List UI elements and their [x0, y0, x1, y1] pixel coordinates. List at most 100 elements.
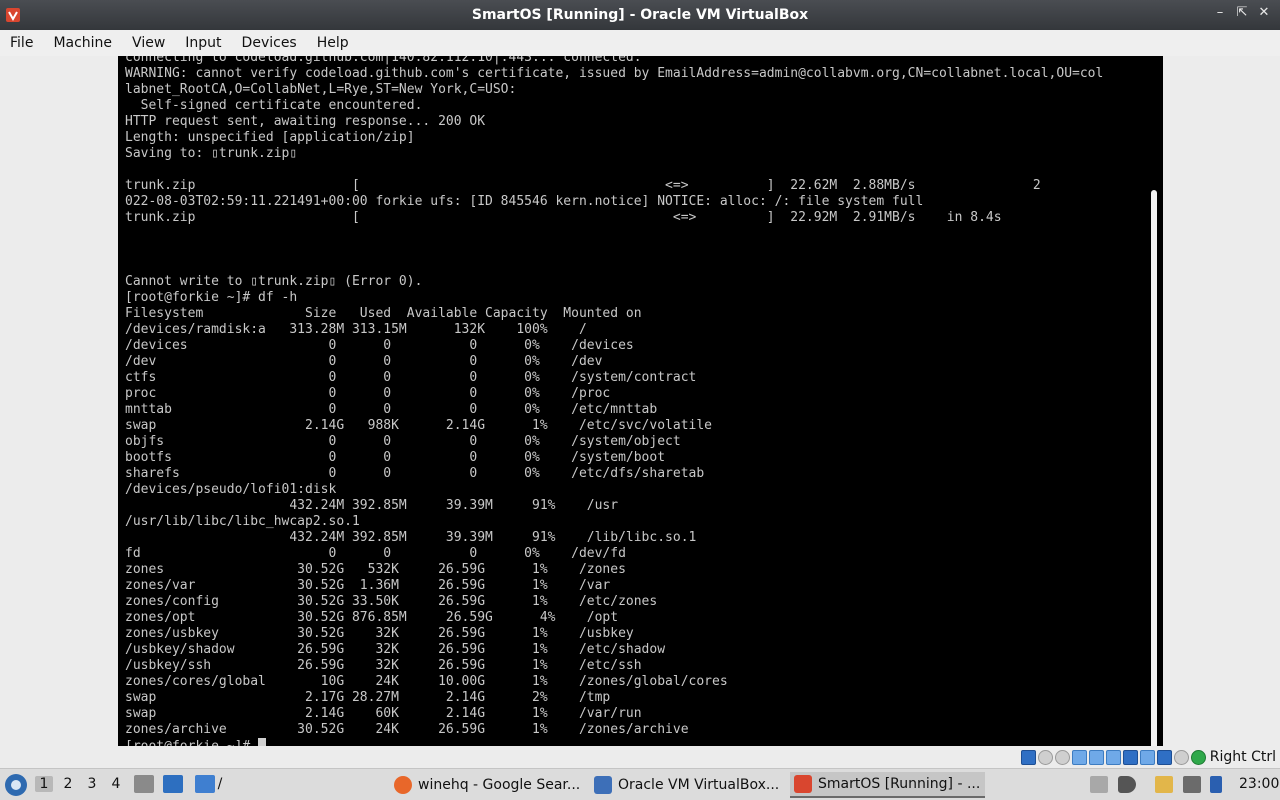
terminal-line: connecting to codeload.github.com|140.82… — [125, 56, 642, 65]
desktop-icon[interactable] — [163, 775, 183, 793]
menu-view[interactable]: View — [122, 35, 175, 51]
folder-icon[interactable] — [195, 775, 215, 793]
firefox-icon — [394, 776, 412, 794]
terminal-line: Length: unspecified [application/zip] — [125, 130, 415, 145]
optical-drive-icon[interactable] — [1037, 749, 1053, 765]
terminal-line: swap 2.14G 60K 2.14G 1% /var/run — [125, 706, 642, 721]
bluetooth-icon[interactable] — [1210, 776, 1222, 793]
trash-icon[interactable] — [1090, 776, 1108, 793]
terminal-line: bootfs 0 0 0 0% /system/boot — [125, 450, 666, 465]
terminal-line: zones/opt 30.52G 876.85M 26.59G 4% /opt — [125, 610, 619, 625]
terminal-line: zones/cores/global 10G 24K 10.00G 1% /zo… — [125, 674, 728, 689]
desktop-taskbar: 1 2 3 4 / winehq - Google Sear... Oracle… — [0, 768, 1280, 800]
menu-bar: File Machine View Input Devices Help — [0, 30, 1280, 56]
maximize-icon[interactable]: ⇱ — [1234, 5, 1250, 20]
close-icon[interactable]: ✕ — [1256, 5, 1272, 20]
network-tray-icon[interactable] — [1183, 776, 1201, 793]
terminal-cursor — [258, 738, 267, 746]
terminal-line: zones/archive 30.52G 24K 26.59G 1% /zone… — [125, 722, 689, 737]
terminal-line: Filesystem Size Used Available Capacity … — [125, 306, 642, 321]
audio-icon[interactable] — [1054, 749, 1070, 765]
cpu-icon[interactable] — [1156, 749, 1172, 765]
terminal-line: ctfs 0 0 0 0% /system/contract — [125, 370, 697, 385]
window-titlebar: SmartOS [Running] - Oracle VM VirtualBox… — [0, 0, 1280, 30]
keyboard-capture-icon[interactable] — [1190, 749, 1206, 765]
vm-screen[interactable]: connecting to codeload.github.com|140.82… — [118, 56, 1163, 746]
terminal-line: Self-signed certificate encountered. — [125, 98, 423, 113]
terminal-line: trunk.zip [ <=> ] 22.92M 2.91MB/s in 8.4… — [125, 210, 1002, 225]
terminal-line: 022-08-03T02:59:11.221491+00:00 forkie u… — [125, 194, 924, 209]
terminal-line: objfs 0 0 0 0% /system/object — [125, 434, 681, 449]
task-label: Oracle VM VirtualBox... — [618, 777, 780, 793]
terminal-line: Saving to: ▯trunk.zip▯ — [125, 146, 298, 161]
minimize-icon[interactable]: – — [1212, 5, 1228, 20]
terminal-line: 432.24M 392.85M 39.39M 91% /usr — [125, 498, 619, 513]
menu-file[interactable]: File — [0, 35, 43, 51]
menu-machine[interactable]: Machine — [43, 35, 122, 51]
virtualbox-icon — [6, 8, 20, 22]
clock: 23:00 — [1239, 776, 1280, 792]
mouse-integration-icon[interactable] — [1173, 749, 1189, 765]
terminal-line: fd 0 0 0 0% /dev/fd — [125, 546, 626, 561]
terminal-line: 432.24M 392.85M 39.39M 91% /lib/libc.so.… — [125, 530, 697, 545]
terminal-line: WARNING: cannot verify codeload.github.c… — [125, 66, 1104, 81]
terminal-line: /usr/lib/libc/libc_hwcap2.so.1 — [125, 514, 360, 529]
window-controls: – ⇱ ✕ — [1212, 5, 1272, 20]
workspace-1[interactable]: 1 — [35, 776, 53, 792]
terminal-line: labnet_RootCA,O=CollabNet,L=Rye,ST=New Y… — [125, 82, 517, 97]
task-smartos[interactable]: SmartOS [Running] - ... — [790, 772, 985, 798]
terminal-line: [root@forkie ~]# df -h — [125, 290, 298, 305]
vm-status-bar: Right Ctrl — [0, 746, 1280, 768]
terminal-line: /devices/pseudo/lofi01:disk — [125, 482, 337, 497]
network-icon[interactable] — [1071, 749, 1087, 765]
terminal-line: swap 2.17G 28.27M 2.14G 2% /tmp — [125, 690, 611, 705]
window-title: SmartOS [Running] - Oracle VM VirtualBox — [471, 7, 809, 23]
menu-input[interactable]: Input — [175, 35, 231, 51]
workspace-2[interactable]: 2 — [59, 776, 77, 792]
clipboard-icon[interactable] — [1155, 776, 1173, 793]
display-icon[interactable] — [1122, 749, 1138, 765]
terminal-prompt-line[interactable]: [root@forkie ~]# — [125, 738, 1103, 746]
terminal-line: zones/var 30.52G 1.36M 26.59G 1% /var — [125, 578, 611, 593]
terminal-line: /usbkey/ssh 26.59G 32K 26.59G 1% /etc/ss… — [125, 658, 642, 673]
terminal-line: /usbkey/shadow 26.59G 32K 26.59G 1% /etc… — [125, 642, 666, 657]
terminal-line: zones/usbkey 30.52G 32K 26.59G 1% /usbke… — [125, 626, 634, 641]
terminal-output[interactable]: connecting to codeload.github.com|140.82… — [125, 56, 1103, 746]
file-manager-icon[interactable] — [134, 775, 154, 793]
task-firefox[interactable]: winehq - Google Sear... — [390, 772, 585, 798]
task-label: SmartOS [Running] - ... — [818, 776, 981, 792]
vm-display-area: connecting to codeload.github.com|140.82… — [0, 56, 1280, 796]
task-virtualbox-manager[interactable]: Oracle VM VirtualBox... — [590, 772, 785, 798]
terminal-scrollbar[interactable] — [1151, 190, 1157, 796]
terminal-line: /devices 0 0 0 0% /devices — [125, 338, 634, 353]
volume-icon[interactable] — [1118, 776, 1136, 793]
folder-path-label[interactable]: / — [214, 776, 226, 792]
terminal-line: proc 0 0 0 0% /proc — [125, 386, 611, 401]
shared-folders-icon[interactable] — [1105, 749, 1121, 765]
menu-devices[interactable]: Devices — [232, 35, 307, 51]
terminal-line: zones/config 30.52G 33.50K 26.59G 1% /et… — [125, 594, 658, 609]
terminal-line: HTTP request sent, awaiting response... … — [125, 114, 486, 129]
host-key-label: Right Ctrl — [1209, 749, 1276, 765]
video-capture-icon[interactable] — [1139, 749, 1155, 765]
menu-help[interactable]: Help — [307, 35, 359, 51]
virtualbox-manager-icon — [594, 776, 612, 794]
terminal-line: zones 30.52G 532K 26.59G 1% /zones — [125, 562, 626, 577]
workspace-3[interactable]: 3 — [83, 776, 101, 792]
usb-icon[interactable] — [1088, 749, 1104, 765]
terminal-line: /devices/ramdisk:a 313.28M 313.15M 132K … — [125, 322, 587, 337]
terminal-line: swap 2.14G 988K 2.14G 1% /etc/svc/volati… — [125, 418, 712, 433]
shell-prompt: [root@forkie ~]# — [125, 739, 258, 746]
terminal-line: mnttab 0 0 0 0% /etc/mnttab — [125, 402, 658, 417]
start-menu-icon[interactable] — [5, 774, 27, 796]
terminal-line: trunk.zip [ <=> ] 22.62M 2.88MB/s 2 — [125, 178, 1041, 193]
terminal-line: sharefs 0 0 0 0% /etc/dfs/sharetab — [125, 466, 705, 481]
terminal-line: Cannot write to ▯trunk.zip▯ (Error 0). — [125, 274, 423, 289]
task-label: winehq - Google Sear... — [418, 777, 581, 793]
hard-disk-icon[interactable] — [1020, 749, 1036, 765]
terminal-line: /dev 0 0 0 0% /dev — [125, 354, 603, 369]
workspace-4[interactable]: 4 — [107, 776, 125, 792]
